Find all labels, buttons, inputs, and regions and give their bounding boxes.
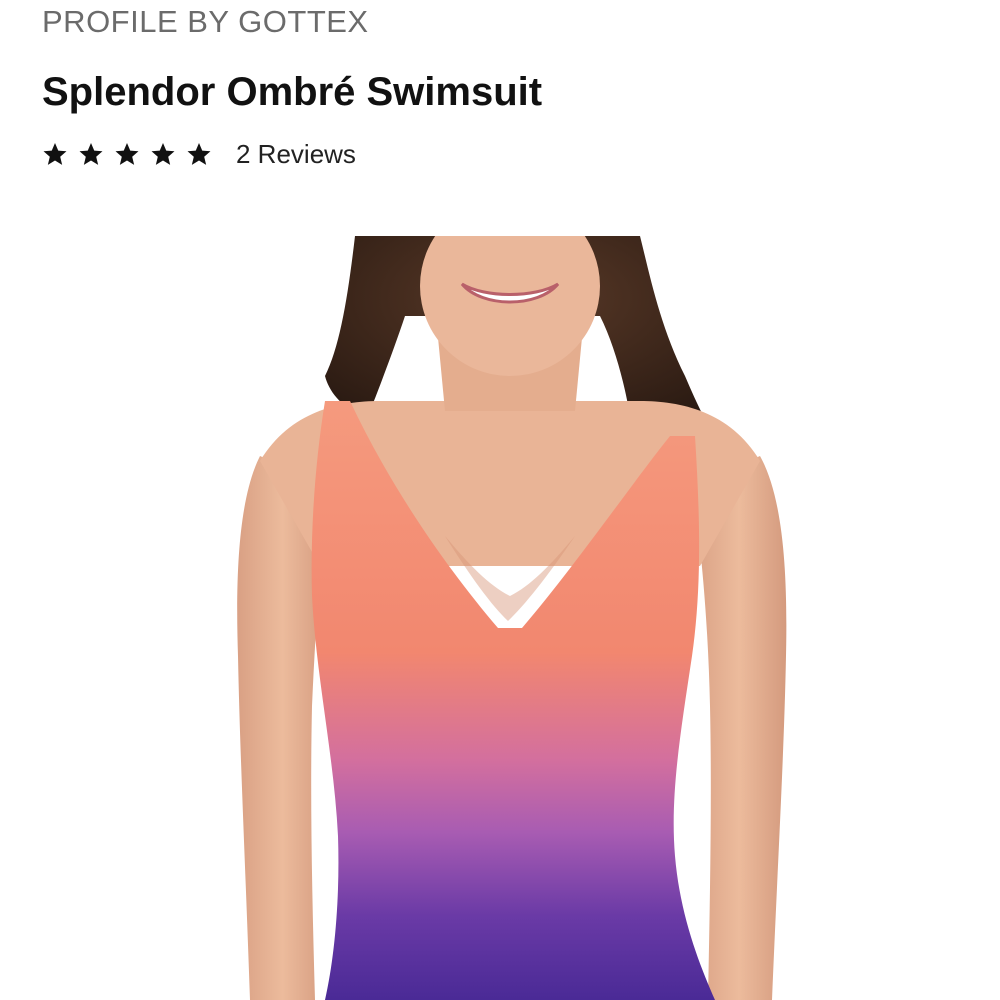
star-icon bbox=[151, 142, 175, 165]
star-icon bbox=[79, 142, 103, 165]
rating-row[interactable]: 2 Reviews bbox=[42, 136, 356, 172]
brand-name[interactable]: PROFILE BY GOTTEX bbox=[42, 4, 369, 40]
star-icon bbox=[187, 142, 211, 165]
product-image[interactable] bbox=[230, 236, 790, 1000]
star-icon bbox=[43, 142, 67, 165]
star-icon bbox=[115, 142, 139, 165]
reviews-link[interactable]: 2 Reviews bbox=[236, 139, 356, 170]
product-title: Splendor Ombré Swimsuit bbox=[42, 70, 543, 114]
star-rating[interactable] bbox=[42, 141, 222, 167]
product-photo bbox=[230, 236, 790, 1000]
